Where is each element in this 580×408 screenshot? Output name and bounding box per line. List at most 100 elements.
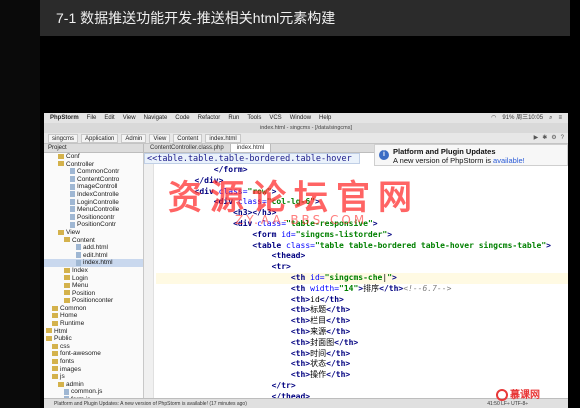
code-line[interactable]: <table class="table table-bordered table… [156,241,568,252]
tree-file[interactable]: PositionContr [44,221,143,229]
tree-folder[interactable]: Menu [44,282,143,290]
tree-folder[interactable]: fonts [44,358,143,366]
menu-item-vcs[interactable]: VCS [269,113,281,123]
tree-folder[interactable]: View [44,229,143,237]
folder-icon [52,351,58,357]
menu-item-tools[interactable]: Tools [247,113,261,123]
tree-folder[interactable]: font-awesome [44,350,143,358]
code-line[interactable]: <form id="singcms-listorder"> [156,230,568,241]
tree-file[interactable]: index.html [44,259,143,267]
tree-label: LoginControlle [77,198,119,206]
menu-item-view[interactable]: View [123,113,136,123]
tree-folder[interactable]: images [44,366,143,374]
debug-icon[interactable]: ✱ [542,133,547,143]
available-link[interactable]: available! [493,156,525,165]
tree-file[interactable]: edit.html [44,252,143,260]
tree-label: admin [66,380,84,388]
code-line[interactable]: <th>时间</th> [156,349,568,360]
tree-folder[interactable]: Runtime [44,320,143,328]
breadcrumb-item[interactable]: Content [173,134,203,143]
tree-label: Positionconter [72,297,114,305]
tree-folder[interactable]: admin [44,381,143,389]
menu-item-code[interactable]: Code [175,113,189,123]
code-token: 封面图 [310,337,335,347]
code-line[interactable]: <th width="14">排序</th><!--6.7--> [156,284,568,295]
tree-folder[interactable]: Login [44,275,143,283]
tree-folder[interactable]: Controller [44,161,143,169]
menu-item-file[interactable]: File [87,113,97,123]
code-token: "table table-bordered table-hover singcm… [314,240,547,250]
code-line[interactable]: <thead> [156,251,568,262]
list-icon[interactable]: ≡ [558,113,562,123]
tree-folder[interactable]: Content [44,237,143,245]
code-token: <th> [290,359,311,369]
tree-file[interactable]: MenuControlle [44,206,143,214]
breadcrumb-item[interactable]: View [149,134,171,143]
menu-item-refactor[interactable]: Refactor [198,113,221,123]
tree-folder[interactable]: Index [44,267,143,275]
folder-icon [58,153,64,159]
settings-icon[interactable]: ⚙ [551,133,556,143]
code-line[interactable]: <th>id</th> [156,295,568,306]
tree-folder[interactable]: Html [44,328,143,336]
menu-item-window[interactable]: Window [290,113,311,123]
tree-folder[interactable]: css [44,343,143,351]
code-line[interactable]: <th>操作</th> [156,370,568,381]
tree-folder[interactable]: js [44,373,143,381]
toolbar-tools: ▶ ✱ ⚙ ? [534,133,568,143]
breadcrumb-item[interactable]: singcms [48,134,79,143]
tree-label: Positioncontr [77,213,115,221]
code-line[interactable]: <th>状态</th> [156,359,568,370]
code-line[interactable]: <th>标题</th> [156,305,568,316]
menu-item-edit[interactable]: Edit [104,113,114,123]
tree-file[interactable]: Positioncontr [44,214,143,222]
tree-label: PositionContr [77,221,117,229]
app-menu[interactable]: PhpStorm [50,113,79,123]
tree-label: Controller [66,160,95,168]
tab-contentcontroller[interactable]: ContentController.class.php [144,144,231,152]
code-line[interactable]: <th id="singcms-che|"> [156,272,568,284]
tree-label: View [66,228,80,236]
tree-folder[interactable]: Common [44,305,143,313]
code-token: class= [286,240,315,250]
window-title: index.html - singcms - [/data/singcms] [259,125,352,131]
status-message[interactable]: Platform and Plugin Updates: A new versi… [54,399,247,408]
tree-folder[interactable]: Conf [44,153,143,161]
breadcrumb-item[interactable]: Admin [121,134,147,143]
tab-index-html[interactable]: index.html [230,144,272,152]
help-icon[interactable]: ? [561,133,564,143]
update-notification[interactable]: i Platform and Plugin Updates A new vers… [374,144,568,166]
folder-icon [46,328,52,334]
code-line[interactable]: <th>来源</th> [156,327,568,338]
run-icon[interactable]: ▶ [534,133,539,143]
tree-file[interactable]: IndexControlle [44,191,143,199]
tree-file[interactable]: ImageControll [44,183,143,191]
tree-file[interactable]: ContentContro [44,176,143,184]
code-token: <th> [290,348,311,358]
tree-folder[interactable]: Public [44,335,143,343]
file-icon [64,388,69,395]
search-icon[interactable]: ⌕ [549,113,552,123]
tree-folder[interactable]: Position [44,290,143,298]
code-line[interactable]: <th>封面图</th> [156,338,568,349]
project-panel-label[interactable]: Project [44,144,144,152]
editor-breadcrumb[interactable]: <<table.table.table-bordered.table-hover [144,153,360,164]
code-line[interactable]: <th>栏目</th> [156,316,568,327]
menu-item-run[interactable]: Run [228,113,239,123]
code-token: <th> [290,337,311,347]
tree-file[interactable]: add.html [44,244,143,252]
tree-folder[interactable]: Home [44,312,143,320]
menu-item-navigate[interactable]: Navigate [144,113,168,123]
breadcrumb-item[interactable]: Application [81,134,119,143]
code-token: "singcms-che [324,272,383,282]
code-token: > [372,218,378,228]
tree-file[interactable]: LoginControlle [44,199,143,207]
tree-file[interactable]: CommonContr [44,168,143,176]
menu-item-help[interactable]: Help [319,113,331,123]
code-line[interactable]: <tr> [156,262,568,273]
tree-folder[interactable]: Positionconter [44,297,143,305]
tree-file[interactable]: common.js [44,388,143,396]
breadcrumb-item[interactable]: index.html [205,134,241,143]
